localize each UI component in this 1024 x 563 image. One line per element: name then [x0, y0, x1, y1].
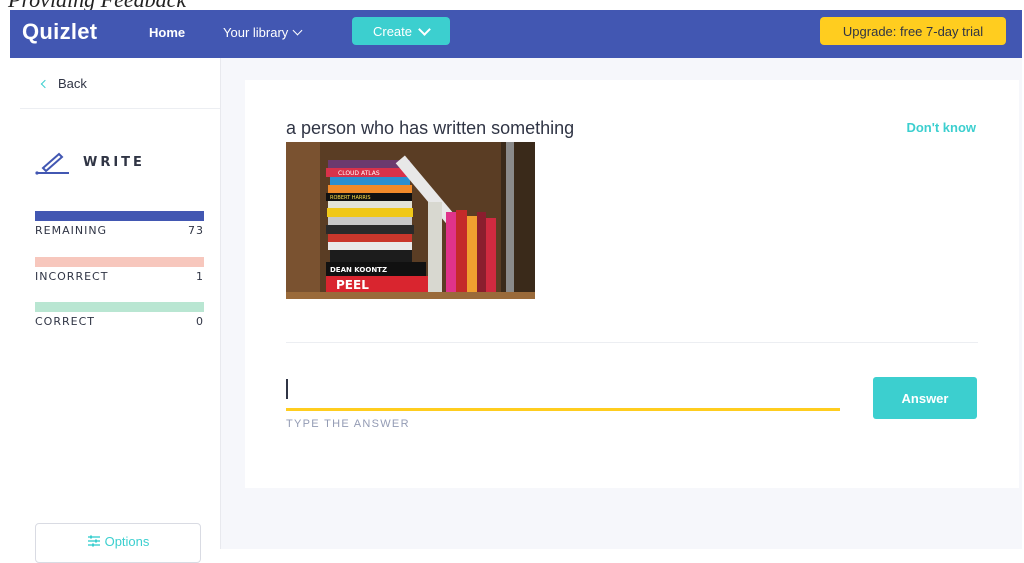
- write-pen-icon: [35, 152, 69, 175]
- create-label: Create: [372, 23, 413, 39]
- stat-remaining-value: 73: [188, 224, 204, 237]
- sliders-icon: [87, 535, 100, 547]
- stat-remaining-bar: [35, 211, 204, 221]
- options-button[interactable]: Options: [35, 523, 201, 563]
- stat-incorrect-bar: [35, 257, 204, 267]
- create-button[interactable]: Create: [352, 17, 450, 45]
- stat-correct-bar: [35, 302, 204, 312]
- nav-home-link[interactable]: Home: [149, 25, 185, 40]
- book-spine-text: ROBERT HARRIS: [330, 195, 371, 201]
- mode-label: WRITE: [83, 154, 145, 170]
- type-answer-hint: TYPE THE ANSWER: [286, 418, 410, 430]
- upgrade-trial-button[interactable]: Upgrade: free 7-day trial: [820, 17, 1006, 45]
- stat-incorrect: INCORRECT 1: [35, 257, 204, 283]
- stat-incorrect-value: 1: [196, 270, 204, 283]
- chevron-down-icon: [418, 22, 431, 36]
- dont-know-link[interactable]: Don't know: [906, 120, 976, 135]
- book-spine-text: CLOUD ATLAS: [338, 170, 380, 177]
- chevron-down-icon: [292, 25, 303, 36]
- book-spine-text: DEAN KOONTZ: [330, 266, 387, 274]
- quizlet-logo[interactable]: Quizlet: [22, 19, 97, 45]
- question-card: a person who has written something Don't…: [245, 80, 1019, 488]
- stat-correct: CORRECT 0: [35, 302, 204, 328]
- back-label: Back: [58, 76, 87, 91]
- book-spine-text: PEEL: [336, 278, 369, 292]
- stat-remaining-label: REMAINING: [35, 224, 108, 237]
- question-prompt: a person who has written something: [286, 118, 575, 138]
- input-underline: [286, 408, 840, 411]
- answer-input[interactable]: [286, 376, 840, 406]
- card-divider: [286, 342, 978, 343]
- back-link[interactable]: Back: [40, 76, 87, 91]
- sidebar: Back WRITE REMAINING 73 INCORRECT 1 CORR…: [20, 58, 221, 563]
- stat-correct-value: 0: [196, 315, 204, 328]
- sidebar-divider: [20, 108, 220, 109]
- stat-remaining: REMAINING 73: [35, 211, 204, 237]
- study-mode-header: WRITE: [35, 148, 145, 176]
- nav-your-library-dropdown[interactable]: Your library: [223, 25, 303, 40]
- your-library-label: Your library: [223, 25, 289, 40]
- bookshelf-photo: CLOUD ATLAS ROBERT HARRIS DEAN KOONTZ PE…: [286, 142, 535, 299]
- options-label: Options: [104, 534, 150, 549]
- chevron-left-icon: [40, 79, 50, 88]
- answer-button[interactable]: Answer: [873, 377, 977, 419]
- stat-correct-label: CORRECT: [35, 315, 95, 328]
- top-navigation-bar: Quizlet Home Your library Create Upgrade…: [10, 10, 1022, 58]
- stat-incorrect-label: INCORRECT: [35, 270, 109, 283]
